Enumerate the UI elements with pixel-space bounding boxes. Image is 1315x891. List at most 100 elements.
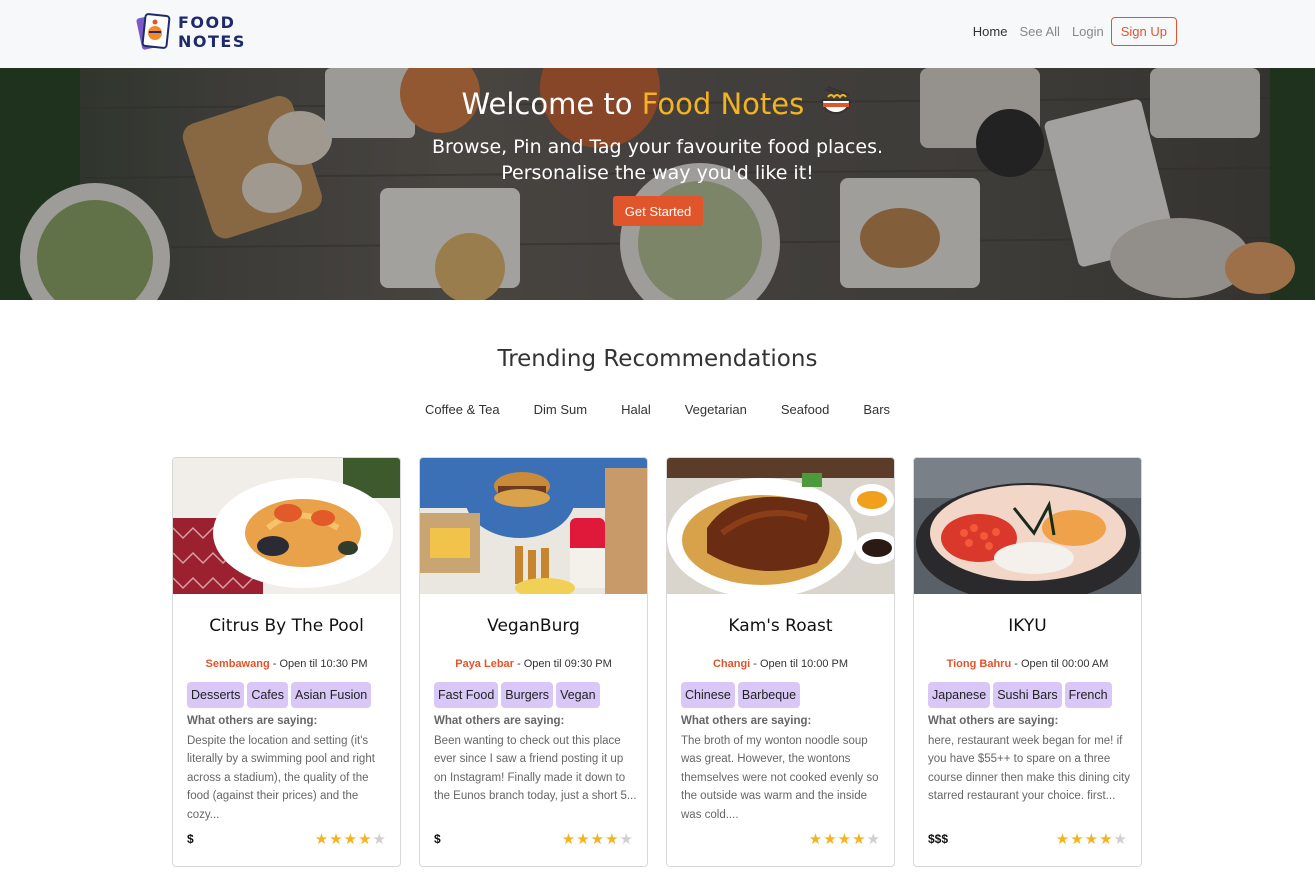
restaurant-meta: Tiong Bahru - Open til 00:00 AM [914, 658, 1141, 670]
hero-title: Welcome to Food Notes [0, 86, 1315, 121]
tag[interactable]: Cafes [247, 682, 288, 708]
restaurant-card-citrus[interactable]: Citrus By The Pool Sembawang - Open til … [172, 457, 401, 867]
noodle-bowl-icon [821, 86, 852, 114]
brand-line-1: FOOD [178, 13, 236, 32]
tag[interactable]: Fast Food [434, 682, 499, 708]
nav-login[interactable]: Login [1072, 24, 1104, 39]
restaurant-name[interactable]: Kam's Roast [667, 616, 894, 636]
category-vegetarian[interactable]: Vegetarian [685, 402, 747, 417]
hero-subtitle-1: Browse, Pin and Tag your favourite food … [431, 136, 884, 158]
restaurant-name[interactable]: Citrus By The Pool [173, 616, 400, 636]
restaurant-name[interactable]: IKYU [914, 616, 1141, 636]
reviews-heading: What others are saying: [187, 715, 318, 727]
restaurant-meta: Changi - Open til 10:00 PM [667, 658, 894, 670]
brand-line-2: NOTES [178, 32, 246, 51]
tag[interactable]: French [1064, 682, 1112, 708]
star-icon: ★ [823, 830, 837, 848]
star-icon: ★ [590, 830, 605, 848]
star-icon: ★ [329, 830, 343, 848]
seafood-pasta-photo [173, 458, 400, 594]
restaurant-location: Tiong Bahru [946, 658, 1012, 670]
restaurant-hours: - Open til 09:30 PM [513, 658, 612, 670]
tag-list: Chinese Barbeque [681, 682, 803, 708]
category-bars[interactable]: Bars [863, 402, 890, 417]
price-level: $ [434, 832, 441, 846]
category-dim-sum[interactable]: Dim Sum [534, 402, 587, 417]
star-rating: ★ ★ ★ ★ ★ [808, 832, 880, 847]
restaurant-hours: - Open til 00:00 AM [1011, 658, 1109, 670]
category-filter: Coffee & Tea Dim Sum Halal Vegetarian Se… [0, 402, 1315, 417]
tag[interactable]: Burgers [501, 682, 554, 708]
star-rating: ★ ★ ★ ★ ★ [561, 832, 633, 847]
price-level: $ [187, 832, 194, 846]
hero-banner: Welcome to Food Notes Browse, Pin and Ta… [0, 68, 1315, 300]
restaurant-hours: - Open til 10:00 PM [750, 658, 849, 670]
restaurant-location: Paya Lebar [455, 658, 514, 670]
restaurant-name[interactable]: VeganBurg [420, 616, 647, 636]
category-halal[interactable]: Halal [621, 402, 651, 417]
reviews-heading: What others are saying: [681, 715, 812, 727]
tag-list: Fast Food Burgers Vegan [434, 682, 603, 708]
star-icon: ★ [1070, 830, 1084, 848]
section-title: Trending Recommendations [497, 346, 818, 372]
reviews-heading: What others are saying: [434, 715, 565, 727]
review-snippet: Despite the location and setting (it's l… [187, 735, 375, 821]
category-coffee-tea[interactable]: Coffee & Tea [425, 402, 500, 417]
star-rating: ★ ★ ★ ★ ★ [314, 832, 386, 847]
star-icon: ★ [808, 830, 823, 848]
star-empty-icon: ★ [1113, 830, 1127, 848]
review-snippet: The broth of my wonton noodle soup was g… [681, 735, 879, 821]
tag[interactable]: Barbeque [737, 682, 801, 708]
star-icon: ★ [576, 830, 590, 848]
tag-list: Desserts Cafes Asian Fusion [187, 682, 374, 708]
roast-goose-photo [667, 458, 894, 594]
restaurant-card-ikyu[interactable]: IKYU Tiong Bahru - Open til 00:00 AM Jap… [913, 457, 1142, 867]
top-navbar: FOOD NOTES Home See All Login Sign Up [0, 0, 1315, 68]
tag-list: Japanese Sushi Bars French [928, 682, 1115, 708]
get-started-button[interactable]: Get Started [613, 196, 703, 226]
star-icon: ★ [1099, 830, 1113, 848]
signup-button[interactable]: Sign Up [1110, 17, 1177, 46]
nav-home[interactable]: Home [973, 24, 1008, 39]
star-empty-icon: ★ [372, 830, 386, 848]
restaurant-card-kams-roast[interactable]: Kam's Roast Changi - Open til 10:00 PM C… [666, 457, 895, 867]
review-snippet: here, restaurant week began for me! if y… [928, 735, 1130, 803]
category-seafood[interactable]: Seafood [781, 402, 829, 417]
food-notes-logo-icon [136, 13, 171, 50]
tag[interactable]: Chinese [681, 682, 735, 708]
tag[interactable]: Vegan [556, 682, 600, 708]
tag[interactable]: Desserts [187, 682, 245, 708]
restaurant-location: Changi [712, 658, 751, 670]
tag[interactable]: Asian Fusion [290, 682, 372, 708]
restaurant-hours: - Open til 10:30 PM [269, 658, 368, 670]
restaurant-meta: Paya Lebar - Open til 09:30 PM [420, 658, 647, 670]
restaurant-location: Sembawang [205, 658, 270, 670]
star-icon: ★ [852, 830, 866, 848]
star-icon: ★ [343, 830, 358, 848]
star-empty-icon: ★ [619, 830, 633, 848]
nav-see-all[interactable]: See All [1019, 24, 1059, 39]
review-snippet: Been wanting to check out this place eve… [434, 735, 637, 803]
brand-logo[interactable]: FOOD NOTES [136, 10, 246, 54]
star-rating: ★ ★ ★ ★ ★ [1055, 832, 1127, 847]
price-level: $$$ [928, 832, 949, 846]
restaurant-card-veganburg[interactable]: VeganBurg Paya Lebar - Open til 09:30 PM… [419, 457, 648, 867]
restaurant-meta: Sembawang - Open til 10:30 PM [173, 658, 400, 670]
reviews-heading: What others are saying: [928, 715, 1059, 727]
star-empty-icon: ★ [866, 830, 880, 848]
star-icon: ★ [1084, 830, 1099, 848]
star-icon: ★ [561, 830, 576, 848]
tag[interactable]: Sushi Bars [993, 682, 1062, 708]
nav-links: Home See All Login Sign Up [961, 17, 1177, 46]
chirashi-bowl-photo [914, 458, 1141, 594]
star-icon: ★ [837, 830, 852, 848]
hero-title-accent: Food Notes [641, 87, 805, 121]
vegan-burger-photo [420, 458, 647, 594]
star-icon: ★ [1055, 830, 1070, 848]
hero-subtitle-2: Personalise the way you'd like it! [501, 162, 814, 184]
star-icon: ★ [314, 830, 329, 848]
tag[interactable]: Japanese [928, 682, 991, 708]
restaurant-cards: Citrus By The Pool Sembawang - Open til … [172, 457, 1160, 867]
star-icon: ★ [605, 830, 619, 848]
star-icon: ★ [358, 830, 372, 848]
